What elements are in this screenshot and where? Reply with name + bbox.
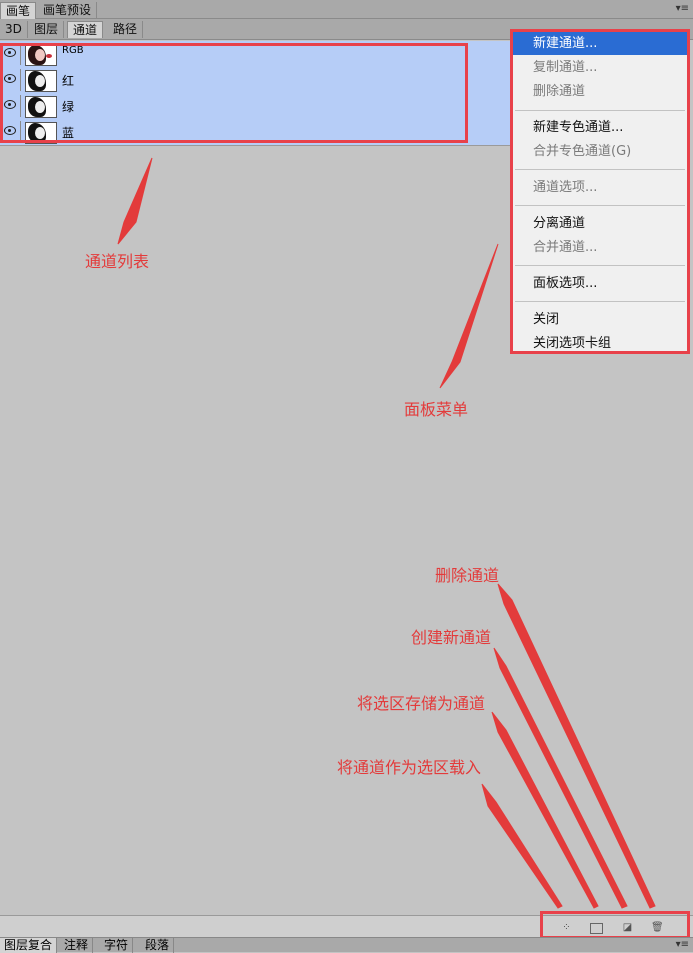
annotation-create-new-channel: 创建新通道 — [411, 628, 492, 647]
bottom-tab-bar: 图层复合 注释 字符 段落 ▾≡ — [0, 937, 693, 953]
tab-paragraph[interactable]: 段落 — [141, 938, 175, 953]
annotation-delete-channel: 删除通道 — [435, 566, 500, 585]
tab-character[interactable]: 字符 — [100, 938, 134, 953]
annotation-save-selection-as-channel: 将选区存储为通道 — [357, 694, 486, 713]
tab-layer-comps[interactable]: 图层复合 — [0, 938, 58, 953]
annotation-load-channel-as-selection: 将通道作为选区载入 — [337, 758, 482, 777]
annotation-arrows — [117, 157, 656, 909]
panel-menu-icon[interactable]: ▾≡ — [676, 939, 689, 950]
bottom-toolbar-highlight-box — [540, 911, 690, 939]
annotation-channel-list: 通道列表 — [85, 252, 150, 271]
annotation-panel-menu: 面板菜单 — [404, 400, 469, 419]
tab-notes[interactable]: 注释 — [60, 938, 94, 953]
